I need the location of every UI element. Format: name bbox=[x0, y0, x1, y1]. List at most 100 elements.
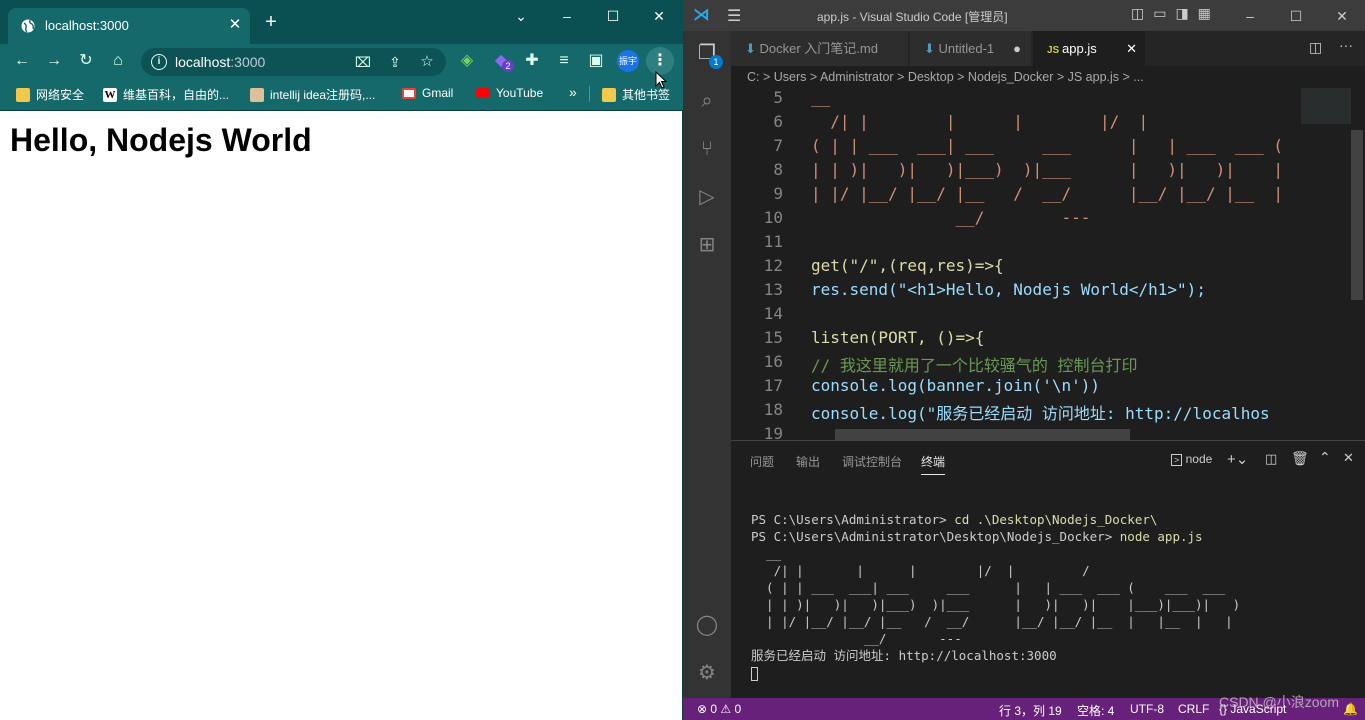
browser-toolbar: ← → ↻ ⌂ i localhost:3000 ⌧ ⇪ ☆ ◈ ◆ 2 ✚ ≡ … bbox=[0, 44, 683, 78]
side-panel-icon[interactable]: ▣ bbox=[586, 51, 606, 71]
split-editor-icon[interactable]: ◫ bbox=[1309, 39, 1322, 56]
cursor-position[interactable]: 行 3，列 19 bbox=[999, 702, 1062, 719]
source-control-icon[interactable]: ⑂ bbox=[693, 135, 721, 163]
tab-close-icon[interactable]: ✕ bbox=[226, 16, 244, 34]
bookmark-item[interactable]: intellij idea注册码,... bbox=[250, 86, 375, 103]
editor-tabs: ⬇ Docker 入门笔记.md ⬇ Untitled-1 ● JS app.js… bbox=[731, 31, 1365, 66]
folder-icon bbox=[602, 87, 616, 102]
reload-icon[interactable]: ↻ bbox=[76, 51, 96, 71]
vscode-window: ⋊ ☰ app.js - Visual Studio Code [管理员] ◫▭… bbox=[683, 0, 1365, 720]
bookmarks-bar: 网络安全 W 维基百科，自由的... intellij idea注册码,... G… bbox=[0, 78, 683, 111]
browser-titlebar: localhost:3000 ✕ + ⌄ – ☐ ✕ bbox=[0, 0, 683, 44]
minimize-button[interactable]: – bbox=[552, 4, 582, 28]
menu-icon[interactable]: ☰ bbox=[727, 6, 741, 26]
activity-bar: ❐ 1 ⌕ ⑂ ▷ ⊞ ◯ ⚙ bbox=[683, 31, 731, 698]
split-terminal-icon[interactable]: ◫ bbox=[1265, 451, 1277, 467]
bookmarks-divider bbox=[589, 86, 590, 102]
folder-icon bbox=[16, 87, 30, 102]
layout-controls[interactable]: ◫▭◨▦ bbox=[1131, 5, 1220, 22]
site-info-icon[interactable]: i bbox=[151, 54, 167, 70]
terminal-selector[interactable]: > node bbox=[1171, 452, 1212, 466]
minimap-slider[interactable] bbox=[1301, 88, 1351, 124]
maximize-panel-icon[interactable]: ⌃ bbox=[1319, 449, 1331, 466]
window-title: app.js - Visual Studio Code [管理员] bbox=[817, 10, 1008, 24]
indentation-status[interactable]: 空格: 4 bbox=[1077, 702, 1114, 719]
tab-docker-notes[interactable]: ⬇ Docker 入门笔记.md bbox=[731, 31, 909, 66]
bookmark-item[interactable]: 网络安全 bbox=[16, 86, 84, 103]
tab-search-icon[interactable]: ⌄ bbox=[506, 4, 536, 28]
browser-tab[interactable]: localhost:3000 ✕ bbox=[8, 8, 250, 44]
explorer-icon[interactable]: ❐ 1 bbox=[693, 39, 723, 69]
tab-debug-console[interactable]: 调试控制台 bbox=[842, 453, 902, 470]
minimap[interactable] bbox=[1297, 88, 1355, 440]
explorer-badge: 1 bbox=[709, 55, 723, 69]
account-icon[interactable]: ◯ bbox=[693, 611, 721, 639]
horizontal-scrollbar[interactable] bbox=[835, 429, 1130, 440]
youtube-icon bbox=[476, 88, 490, 98]
vertical-scrollbar[interactable] bbox=[1351, 130, 1363, 300]
notifications-bell-icon[interactable]: 🔔 bbox=[1343, 702, 1358, 716]
js-file-icon: JS bbox=[1047, 45, 1063, 56]
new-tab-button[interactable]: + bbox=[260, 12, 282, 32]
bookmark-item[interactable]: YouTube bbox=[476, 86, 543, 100]
minimize-button[interactable]: – bbox=[1235, 4, 1265, 28]
browser-window: localhost:3000 ✕ + ⌄ – ☐ ✕ ← → ↻ ⌂ i loc… bbox=[0, 0, 683, 720]
extensions-icon[interactable]: ⊞ bbox=[693, 231, 721, 259]
markdown-icon: ⬇ bbox=[745, 41, 760, 56]
home-icon[interactable]: ⌂ bbox=[108, 51, 128, 71]
mouse-cursor-icon bbox=[655, 71, 667, 89]
kill-terminal-icon[interactable]: 🗑 bbox=[1291, 450, 1309, 467]
breadcrumb[interactable]: C: > Users > Administrator > Desktop > N… bbox=[731, 66, 1365, 88]
wikipedia-icon: W bbox=[103, 87, 117, 102]
unsaved-dot-icon: ● bbox=[1013, 41, 1021, 56]
bottom-panel: 问题 输出 调试控制台 终端 > node +⌄ ◫ 🗑 ⌃ ✕ PS C:\U… bbox=[731, 440, 1365, 698]
extension-cube-icon[interactable]: ◆ 2 bbox=[491, 51, 514, 72]
tab-title: localhost:3000 bbox=[45, 18, 129, 33]
file-icon: ⬇ bbox=[924, 41, 939, 56]
close-window-button[interactable]: ✕ bbox=[1327, 4, 1357, 28]
tab-output[interactable]: 输出 bbox=[796, 453, 820, 470]
tab-terminal[interactable]: 终端 bbox=[921, 453, 946, 475]
translate-icon[interactable]: ⌧ bbox=[353, 52, 373, 72]
code-editor[interactable]: 5 __ 6 /| | | | |/ | 7( | | ___ ___| ___ … bbox=[731, 88, 1365, 440]
web-page: Hello, Nodejs World bbox=[0, 112, 682, 720]
terminal-icon: > bbox=[1171, 454, 1183, 466]
globe-icon bbox=[21, 19, 35, 33]
settings-gear-icon[interactable]: ⚙ bbox=[693, 659, 721, 687]
maximize-button[interactable]: ☐ bbox=[598, 4, 628, 28]
back-icon[interactable]: ← bbox=[12, 51, 32, 71]
encoding-status[interactable]: UTF-8 bbox=[1130, 702, 1164, 716]
vscode-titlebar: ⋊ ☰ app.js - Visual Studio Code [管理员] ◫▭… bbox=[683, 0, 1365, 31]
terminal-output[interactable]: PS C:\Users\Administrator> cd .\Desktop\… bbox=[751, 511, 1240, 681]
tab-untitled[interactable]: ⬇ Untitled-1 ● bbox=[910, 31, 1032, 66]
terminal-cursor bbox=[751, 666, 758, 681]
forward-icon[interactable]: → bbox=[44, 51, 64, 71]
bookmark-star-icon[interactable]: ☆ bbox=[417, 52, 437, 72]
extension-badge: 2 bbox=[502, 60, 514, 72]
maximize-button[interactable]: ☐ bbox=[1281, 4, 1311, 28]
bookmarks-overflow-button[interactable]: » bbox=[569, 84, 577, 100]
tab-app-js[interactable]: JS app.js ✕ bbox=[1033, 31, 1146, 66]
search-icon[interactable]: ⌕ bbox=[693, 87, 721, 115]
profile-avatar[interactable]: 振宇 bbox=[617, 50, 639, 72]
extension-eye-icon[interactable]: ◈ bbox=[457, 51, 477, 71]
run-debug-icon[interactable]: ▷ bbox=[693, 183, 721, 211]
share-icon[interactable]: ⇪ bbox=[385, 52, 405, 72]
address-text: localhost:3000 bbox=[175, 54, 266, 70]
eol-status[interactable]: CRLF bbox=[1178, 702, 1209, 716]
extensions-puzzle-icon[interactable]: ✚ bbox=[522, 51, 542, 71]
more-actions-icon[interactable]: ··· bbox=[1339, 37, 1353, 53]
address-bar[interactable]: i localhost:3000 ⌧ ⇪ ☆ bbox=[141, 48, 446, 76]
bookmark-item[interactable]: W 维基百科，自由的... bbox=[103, 86, 229, 103]
bookmark-item[interactable]: Gmail bbox=[402, 86, 453, 100]
media-queue-icon[interactable]: ≡ bbox=[554, 51, 574, 71]
tab-problems[interactable]: 问题 bbox=[750, 453, 774, 470]
page-heading: Hello, Nodejs World bbox=[10, 122, 312, 158]
gmail-icon bbox=[402, 87, 416, 99]
close-tab-icon[interactable]: ✕ bbox=[1126, 31, 1137, 66]
problems-status[interactable]: ⊗ 0 ⚠ 0 bbox=[697, 702, 741, 716]
close-window-button[interactable]: ✕ bbox=[644, 4, 674, 28]
close-panel-icon[interactable]: ✕ bbox=[1343, 450, 1354, 466]
site-icon bbox=[250, 87, 264, 102]
new-terminal-icon[interactable]: +⌄ bbox=[1227, 450, 1248, 468]
